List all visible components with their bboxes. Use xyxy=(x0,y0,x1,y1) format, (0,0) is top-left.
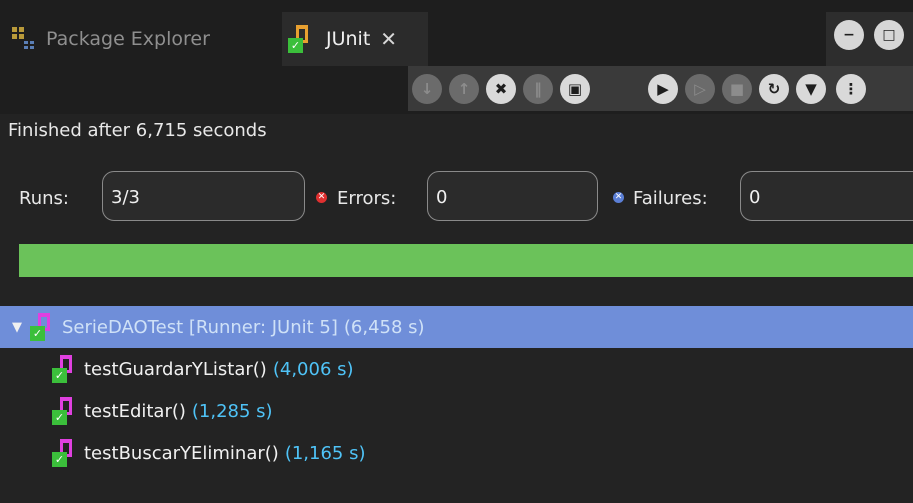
window-controls: − □ xyxy=(826,12,913,66)
toolbar-strip: ↓ ↑ ✖ ‖ ▣ ▶ ▷ ■ ↻ ▼ ⋮ xyxy=(408,66,913,111)
test-pass-icon: ✓ xyxy=(52,439,78,467)
rerun-test-icon[interactable]: ▶ xyxy=(648,74,678,104)
minimize-button[interactable]: − xyxy=(834,20,864,50)
show-failures-only-icon[interactable]: ✖ xyxy=(486,74,516,104)
view-menu-icon[interactable]: ▼ xyxy=(796,74,826,104)
tree-row-test[interactable]: ✓ testGuardarYListar() (4,006 s) xyxy=(0,348,913,390)
runs-field: 3/3 xyxy=(102,171,305,221)
tab-junit[interactable]: ✓ JUnit ✕ xyxy=(282,12,428,66)
test-name: testEditar() xyxy=(84,400,186,422)
tab-junit-label: JUnit xyxy=(326,28,371,50)
test-time: (1,165 s) xyxy=(284,442,366,464)
test-pass-icon: ✓ xyxy=(52,355,78,383)
next-failure-icon[interactable]: ↓ xyxy=(412,74,442,104)
errors-field: 0 xyxy=(427,171,598,221)
junit-toolbar: ↓ ↑ ✖ ‖ ▣ ▶ ▷ ■ ↻ ▼ ⋮ xyxy=(0,66,913,114)
failures-label: Failures: xyxy=(633,188,708,209)
test-time: (1,285 s) xyxy=(191,400,273,422)
maximize-button[interactable]: □ xyxy=(874,20,904,50)
tree-row-test[interactable]: ✓ testEditar() (1,285 s) xyxy=(0,390,913,432)
runs-label: Runs: xyxy=(19,188,69,209)
close-icon[interactable]: ✕ xyxy=(380,27,397,51)
error-icon: ✕ xyxy=(316,192,327,203)
test-suite-pass-icon: ✓ xyxy=(30,313,56,341)
run-status: Finished after 6,715 seconds xyxy=(8,120,267,141)
package-explorer-icon xyxy=(12,27,34,49)
tree-row-root[interactable]: ▼ ✓ SerieDAOTest [Runner: JUnit 5] (6,45… xyxy=(0,306,913,348)
more-options-icon[interactable]: ⋮ xyxy=(836,74,866,104)
test-tree: ▼ ✓ SerieDAOTest [Runner: JUnit 5] (6,45… xyxy=(0,306,913,474)
scroll-lock-icon[interactable]: ▣ xyxy=(560,74,590,104)
failure-icon: ✕ xyxy=(613,192,624,203)
test-name: testBuscarYEliminar() xyxy=(84,442,279,464)
progress-bar-fill xyxy=(19,244,913,277)
progress-bar xyxy=(19,244,913,277)
test-counters: Runs: 3/3 ✕ Errors: 0 ✕ Failures: 0 xyxy=(0,168,913,226)
test-time: (6,458 s) xyxy=(343,316,425,338)
test-name: SerieDAOTest [Runner: JUnit 5] xyxy=(62,316,338,338)
test-name: testGuardarYListar() xyxy=(84,358,267,380)
tab-package-explorer[interactable]: Package Explorer xyxy=(0,12,280,66)
tree-row-test[interactable]: ✓ testBuscarYEliminar() (1,165 s) xyxy=(0,432,913,474)
test-time: (4,006 s) xyxy=(272,358,354,380)
stop-test-icon[interactable]: ■ xyxy=(722,74,752,104)
test-run-history-icon[interactable]: ↻ xyxy=(759,74,789,104)
show-skipped-only-icon[interactable]: ‖ xyxy=(523,74,553,104)
failures-field: 0 xyxy=(740,171,913,221)
tab-package-explorer-label: Package Explorer xyxy=(46,28,210,50)
test-pass-icon: ✓ xyxy=(52,397,78,425)
rerun-failures-first-icon[interactable]: ▷ xyxy=(685,74,715,104)
view-tab-bar: Package Explorer ✓ JUnit ✕ − □ xyxy=(0,0,913,66)
junit-icon: ✓ xyxy=(288,25,314,53)
errors-label: Errors: xyxy=(337,188,397,209)
expand-toggle-icon[interactable]: ▼ xyxy=(12,320,22,335)
previous-failure-icon[interactable]: ↑ xyxy=(449,74,479,104)
